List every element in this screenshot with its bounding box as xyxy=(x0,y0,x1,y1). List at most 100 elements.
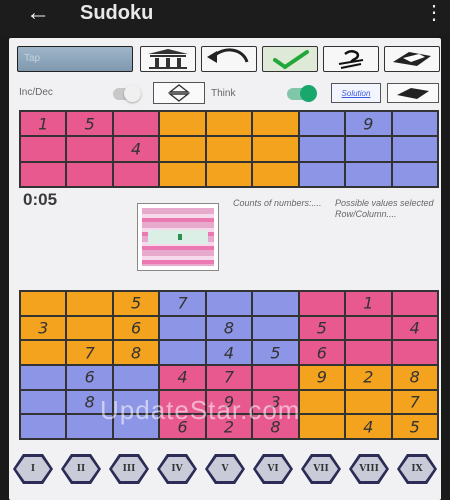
candidate-cell[interactable] xyxy=(252,136,299,162)
eraser-small-button[interactable] xyxy=(387,83,439,103)
number-input[interactable]: Tap xyxy=(17,46,133,72)
number-button[interactable]: III xyxy=(109,452,149,486)
candidate-cell[interactable]: 4 xyxy=(112,136,160,162)
more-vertical-icon[interactable]: ⋮ xyxy=(424,3,444,23)
hint-button[interactable] xyxy=(323,46,379,72)
sudoku-cell[interactable]: 8 xyxy=(112,340,160,365)
cell-value: 6 xyxy=(316,343,327,363)
arrow-left-icon[interactable]: ← xyxy=(26,0,50,26)
sudoku-cell[interactable] xyxy=(298,414,346,439)
sudoku-cell[interactable] xyxy=(20,364,67,390)
sudoku-cell[interactable]: 9 xyxy=(298,364,346,390)
candidate-cell[interactable]: 1 xyxy=(20,111,67,137)
sudoku-cell[interactable]: 4 xyxy=(205,340,253,365)
check-icon xyxy=(273,50,309,70)
candidate-cell[interactable] xyxy=(159,161,206,187)
candidate-cell[interactable] xyxy=(298,111,346,137)
number-button[interactable]: VIII xyxy=(349,452,389,486)
number-button[interactable]: I xyxy=(13,452,53,486)
candidate-cell[interactable]: 9 xyxy=(345,111,392,137)
sudoku-cell[interactable] xyxy=(20,389,67,415)
sudoku-cell[interactable]: 7 xyxy=(391,389,438,415)
sudoku-cell[interactable]: 2 xyxy=(345,364,392,390)
candidate-cell[interactable] xyxy=(298,136,346,162)
sudoku-cell[interactable] xyxy=(345,340,392,365)
sudoku-cell[interactable] xyxy=(205,291,253,316)
number-button[interactable]: VII xyxy=(301,452,341,486)
sudoku-cell[interactable] xyxy=(345,315,392,341)
candidate-cell[interactable] xyxy=(345,161,392,187)
sudoku-cell[interactable]: 7 xyxy=(159,291,206,316)
sudoku-cell[interactable] xyxy=(159,315,206,341)
candidate-cell[interactable] xyxy=(159,111,206,137)
sudoku-cell[interactable]: 6 xyxy=(112,315,160,341)
candidate-cell[interactable] xyxy=(205,111,253,137)
sudoku-cell[interactable]: 4 xyxy=(391,315,438,341)
swap-button[interactable] xyxy=(153,82,205,104)
watermark: UpdateStar.com xyxy=(100,395,301,425)
sudoku-cell[interactable]: 4 xyxy=(159,364,206,390)
candidate-cell[interactable] xyxy=(112,161,160,187)
bank-button[interactable] xyxy=(140,46,196,72)
undo-button[interactable] xyxy=(201,46,257,72)
sudoku-cell[interactable]: 8 xyxy=(205,315,253,341)
candidate-cell[interactable] xyxy=(205,136,253,162)
candidate-cell[interactable] xyxy=(112,111,160,137)
candidate-cell[interactable] xyxy=(391,111,438,137)
sudoku-cell[interactable]: 3 xyxy=(20,315,67,341)
candidate-cell[interactable] xyxy=(159,136,206,162)
sudoku-cell[interactable]: 4 xyxy=(345,414,392,439)
candidate-cell[interactable] xyxy=(391,136,438,162)
candidate-cell[interactable] xyxy=(252,111,299,137)
sudoku-cell[interactable] xyxy=(20,414,67,439)
number-button[interactable]: VI xyxy=(253,452,293,486)
sudoku-cell[interactable] xyxy=(252,291,299,316)
sudoku-cell[interactable] xyxy=(112,364,160,390)
sudoku-cell[interactable] xyxy=(20,340,67,365)
sudoku-cell[interactable]: 5 xyxy=(112,291,160,316)
candidate-cell[interactable] xyxy=(205,161,253,187)
sudoku-cell[interactable]: 7 xyxy=(66,340,113,365)
sudoku-cell[interactable]: 7 xyxy=(205,364,253,390)
solution-button[interactable]: Solution xyxy=(331,83,381,103)
sudoku-cell[interactable] xyxy=(298,291,346,316)
candidate-cell[interactable] xyxy=(298,161,346,187)
sudoku-cell[interactable] xyxy=(298,389,346,415)
think-toggle[interactable] xyxy=(287,85,317,102)
cell-value: 3 xyxy=(38,318,49,338)
candidate-grid: 1594 xyxy=(19,110,439,188)
number-button[interactable]: IX xyxy=(397,452,437,486)
sudoku-cell[interactable]: 6 xyxy=(298,340,346,365)
sudoku-cell[interactable]: 5 xyxy=(391,414,438,439)
sudoku-cell[interactable] xyxy=(345,389,392,415)
sudoku-cell[interactable] xyxy=(391,340,438,365)
candidate-cell[interactable] xyxy=(252,161,299,187)
eraser-button[interactable] xyxy=(384,46,440,72)
number-button[interactable]: V xyxy=(205,452,245,486)
candidate-cell[interactable]: 5 xyxy=(66,111,113,137)
sudoku-cell[interactable]: 6 xyxy=(66,364,113,390)
sudoku-cell[interactable] xyxy=(66,315,113,341)
sudoku-cell[interactable]: 1 xyxy=(345,291,392,316)
sudoku-cell[interactable]: 5 xyxy=(252,340,299,365)
sudoku-cell[interactable] xyxy=(66,291,113,316)
sudoku-cell[interactable]: 8 xyxy=(391,364,438,390)
sudoku-cell[interactable] xyxy=(391,291,438,316)
candidate-cell[interactable] xyxy=(20,136,67,162)
candidate-cell[interactable] xyxy=(66,161,113,187)
number-button[interactable]: II xyxy=(61,452,101,486)
sudoku-cell[interactable] xyxy=(159,340,206,365)
candidate-cell[interactable] xyxy=(345,136,392,162)
sudoku-cell[interactable] xyxy=(252,364,299,390)
candidate-cell[interactable] xyxy=(391,161,438,187)
incdec-toggle[interactable] xyxy=(113,85,141,102)
candidate-cell[interactable] xyxy=(20,161,67,187)
number-button[interactable]: IV xyxy=(157,452,197,486)
candidate-cell[interactable] xyxy=(66,136,113,162)
sudoku-cell[interactable] xyxy=(20,291,67,316)
cell-value: 2 xyxy=(363,367,374,387)
sudoku-cell[interactable] xyxy=(252,315,299,341)
cell-value: 8 xyxy=(223,318,235,338)
sudoku-cell[interactable]: 5 xyxy=(298,315,346,341)
check-button[interactable] xyxy=(262,46,318,72)
